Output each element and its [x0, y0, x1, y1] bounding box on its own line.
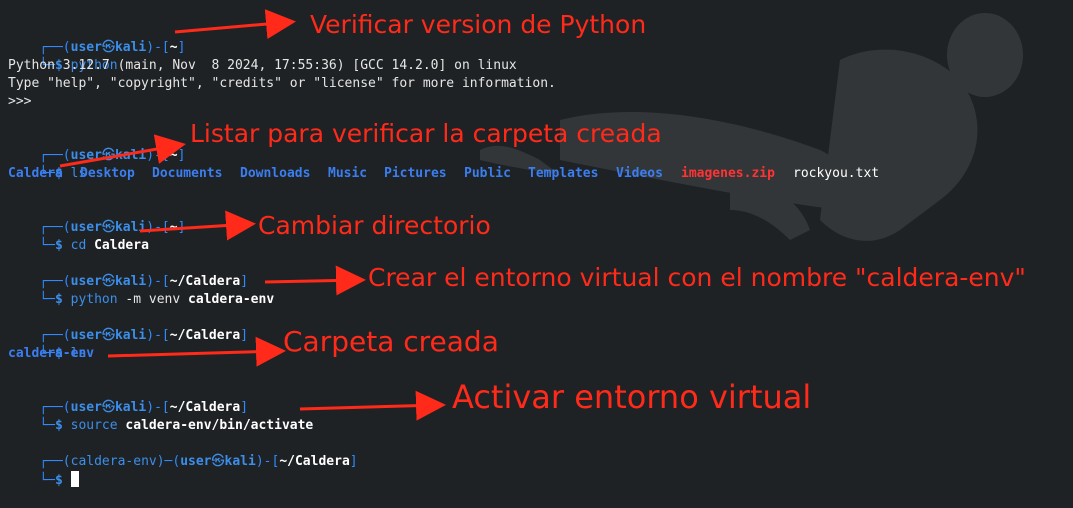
annotation-text: Carpeta creada — [283, 325, 499, 358]
arrow — [59, 134, 186, 168]
arrow — [107, 336, 286, 367]
annotation-text: Cambiar directorio — [258, 211, 491, 240]
annotation-text: Activar entorno virtual — [452, 378, 812, 416]
arrow — [299, 390, 446, 421]
arrow — [139, 210, 256, 241]
annotation-text: Crear el entorno virtual con el nombre "… — [368, 263, 1026, 292]
arrow — [174, 9, 296, 40]
annotation-text: Listar para verificar la carpeta creada — [190, 119, 662, 148]
annotation-text: Verificar version de Python — [310, 10, 647, 39]
arrow — [264, 265, 366, 296]
